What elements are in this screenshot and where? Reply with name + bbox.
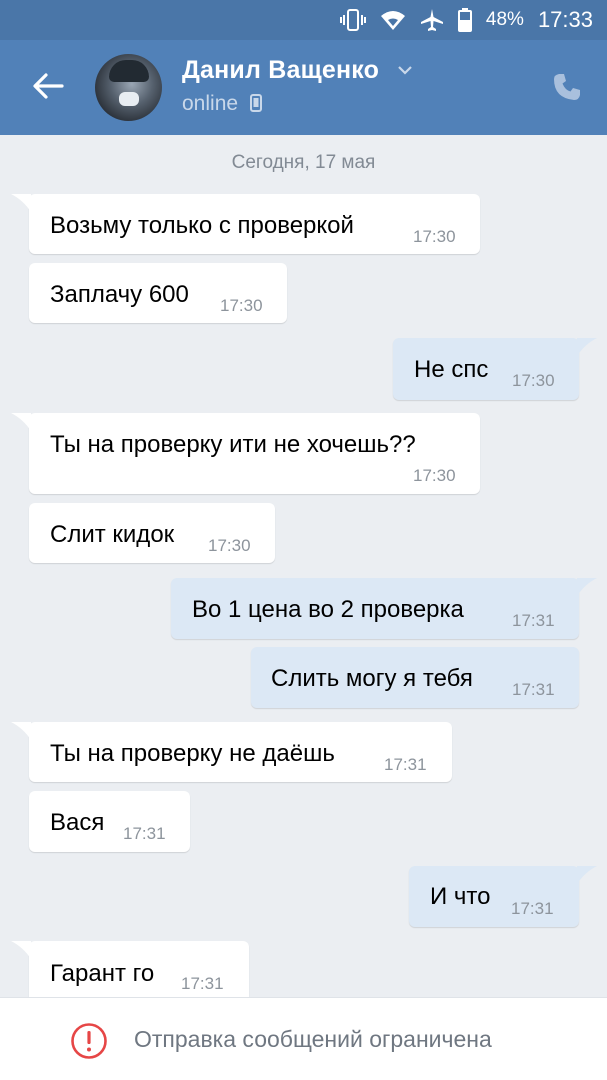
message-incoming[interactable]: Вася 17:31 [29,791,190,852]
message-time: 17:30 [220,296,263,315]
vibrate-icon [339,9,366,31]
message-time: 17:31 [511,899,554,918]
message-outgoing[interactable]: Во 1 цена во 2 проверка 17:31 [171,578,597,639]
mobile-device-icon [249,94,262,112]
message-time: 17:30 [208,536,251,555]
message-incoming[interactable]: Ты на проверку не даёшь 17:31 [11,722,452,782]
message-text: Возьму только с проверкой [50,212,354,239]
message-time: 17:30 [512,371,555,390]
restriction-notice: Отправка сообщений ограничена [134,1026,492,1052]
message-text: Ты на проверку не даёшь [50,740,335,767]
message-text: Ты на проверку ити не хочешь?? [50,431,416,458]
warning-icon [71,1023,107,1059]
message-time: 17:31 [512,680,555,699]
message-time: 17:30 [413,466,456,485]
message-text: Вася [50,809,105,836]
message-outgoing[interactable]: И что 17:31 [409,866,597,927]
wifi-icon [380,9,406,31]
message-incoming[interactable]: Возьму только с проверкой 17:30 [11,194,480,254]
message-text: Слить могу я тебя [271,665,473,692]
avatar[interactable] [95,54,162,121]
clock: 17:33 [537,7,593,32]
message-text: Слит кидок [50,521,175,548]
message-incoming[interactable]: Слит кидок 17:30 [29,503,275,563]
message-incoming[interactable]: Заплачу 600 17:30 [29,263,287,323]
message-text: Гарант го [50,960,155,987]
status-bar: 48% 17:33 [0,0,607,40]
message-time: 17:31 [512,611,555,630]
chevron-down-icon[interactable] [397,65,413,75]
message-outgoing[interactable]: Не спс 17:30 [393,338,597,400]
message-incoming[interactable]: Ты на проверку ити не хочешь?? 17:30 [11,413,480,494]
chat-header: Данил Ващенко online [0,40,607,135]
message-outgoing[interactable]: Слить могу я тебя 17:31 [251,647,579,708]
contact-status: online [182,92,262,116]
airplane-icon [420,8,444,32]
status-text: online [182,92,239,115]
phone-icon[interactable] [552,72,582,102]
date-separator: Сегодня, 17 мая [231,152,376,173]
message-text: Не спс [414,356,489,383]
message-time: 17:31 [181,974,224,993]
battery-percent: 48% [485,9,524,30]
message-text: Во 1 цена во 2 проверка [192,596,464,623]
message-incoming[interactable]: Гарант го 17:31 [11,941,249,1003]
back-button[interactable] [30,68,66,104]
message-text: Заплачу 600 [50,281,189,308]
message-text: И что [430,883,491,910]
back-arrow-icon [33,73,64,99]
restriction-footer: Отправка сообщений ограничена [0,997,607,1080]
message-time: 17:31 [384,755,427,774]
message-time: 17:30 [413,227,456,246]
battery-icon [457,8,472,32]
contact-name[interactable]: Данил Ващенко [182,56,379,85]
message-time: 17:31 [123,824,166,843]
